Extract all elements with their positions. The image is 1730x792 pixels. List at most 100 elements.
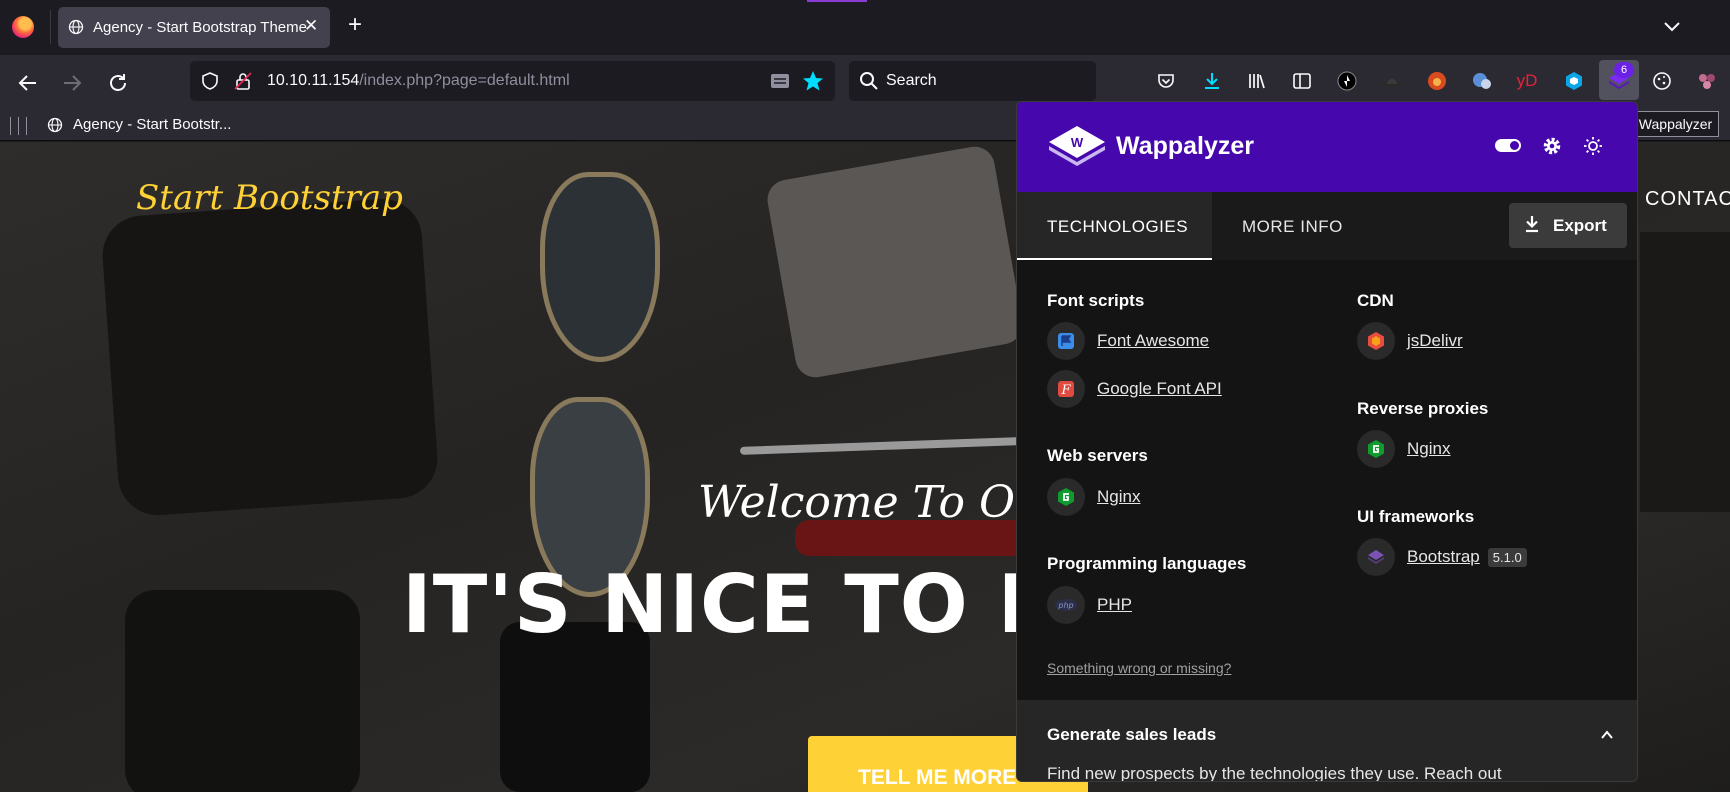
bowtie-image: [764, 143, 1026, 381]
wappalyzer-logo-icon: W: [1049, 126, 1105, 166]
url-path: /index.php?page=default.html: [359, 72, 570, 89]
bookmark-agency[interactable]: Agency - Start Bootstr...: [47, 116, 231, 133]
search-bar[interactable]: Search: [849, 61, 1096, 101]
foxyproxy-icon[interactable]: [1424, 68, 1450, 94]
tab-agency[interactable]: Agency - Start Bootstrap Theme ✕: [58, 7, 330, 48]
tech-php[interactable]: php PHP: [1047, 586, 1132, 624]
tech-nginx[interactable]: Nginx: [1047, 478, 1140, 516]
pocket-icon[interactable]: [1153, 68, 1179, 94]
category-ui-frameworks: UI frameworks: [1357, 507, 1475, 526]
tab-title: Agency - Start Bootstrap Theme: [93, 19, 307, 36]
report-missing-link[interactable]: Something wrong or missing?: [1047, 660, 1231, 676]
tech-name: Nginx: [1097, 487, 1141, 506]
firefox-icon[interactable]: [12, 16, 34, 38]
nginx-icon: [1357, 430, 1395, 468]
divider: [26, 117, 27, 135]
export-button[interactable]: Export: [1509, 203, 1627, 248]
enable-toggle[interactable]: [1495, 139, 1521, 152]
extensions-puzzle-icon[interactable]: [1694, 68, 1720, 94]
tech-name: jsDelivr: [1407, 331, 1463, 350]
tech-nginx-proxy[interactable]: Nginx: [1357, 430, 1450, 468]
category-web-servers: Web servers: [1047, 446, 1148, 465]
tab-close-button[interactable]: ✕: [304, 16, 318, 36]
insecure-lock-icon[interactable]: [233, 71, 253, 91]
tech-name: Google Font API: [1097, 379, 1222, 398]
site-nav-contact[interactable]: CONTAC: [1645, 188, 1730, 211]
hat-extension-icon[interactable]: [1379, 68, 1405, 94]
tech-font-awesome[interactable]: Font Awesome: [1047, 322, 1209, 360]
svg-text:W: W: [1071, 135, 1084, 150]
technologies-panel: Font scripts Font Awesome F Google Font …: [1017, 260, 1637, 700]
tech-name: Nginx: [1407, 439, 1451, 458]
wappalyzer-tooltip: Wappalyzer: [1632, 111, 1719, 137]
reload-icon[interactable]: [106, 71, 130, 95]
shield-icon[interactable]: [200, 71, 220, 91]
library-icon[interactable]: [1244, 68, 1270, 94]
bookmark-star-icon[interactable]: [802, 70, 824, 92]
svg-text:php: php: [1057, 601, 1073, 610]
url-host: 10.10.11.154: [267, 72, 360, 89]
leads-title: Generate sales leads: [1047, 725, 1217, 744]
tech-name: Font Awesome: [1097, 331, 1210, 350]
nginx-icon: [1047, 478, 1085, 516]
search-placeholder: Search: [886, 72, 937, 89]
leather-case-image: [125, 590, 360, 792]
wappalyzer-popup: W Wappalyzer TECHNOLOGIES MORE INFO Expo…: [1016, 101, 1638, 782]
leads-description: Find new prospects by the technologies t…: [1047, 764, 1502, 782]
download-icon: [1526, 216, 1538, 233]
theme-sun-icon[interactable]: [1583, 136, 1603, 156]
category-cdn: CDN: [1357, 291, 1394, 310]
globe-icon: [47, 117, 63, 133]
hero-heading: IT'S NICE TO M: [402, 558, 1079, 651]
search-icon: [860, 72, 878, 90]
yd-extension-icon[interactable]: yD: [1514, 68, 1540, 94]
gear-icon[interactable]: [1541, 135, 1563, 157]
new-tab-button[interactable]: +: [348, 13, 362, 37]
wallet-image: [99, 196, 441, 518]
divider: [18, 117, 19, 135]
category-font-scripts: Font scripts: [1047, 291, 1145, 310]
extension-dark-icon[interactable]: [1334, 68, 1360, 94]
cookie-icon[interactable]: [1649, 68, 1675, 94]
reader-mode-icon[interactable]: [769, 71, 791, 91]
export-label: Export: [1553, 216, 1607, 235]
tab-technologies[interactable]: TECHNOLOGIES: [1017, 192, 1212, 260]
notebook-image: [1640, 232, 1730, 512]
sales-leads-section[interactable]: Generate sales leads Find new prospects …: [1017, 700, 1637, 782]
url-bar[interactable]: 10.10.11.154/index.php?page=default.html: [190, 61, 835, 101]
downloads-icon[interactable]: [1199, 68, 1225, 94]
tab-strip: Agency - Start Bootstrap Theme ✕ +: [0, 0, 1730, 55]
tab-accent-line: [807, 0, 867, 2]
chevron-down-icon[interactable]: [1662, 16, 1682, 36]
hexagon-extension-icon[interactable]: [1561, 68, 1587, 94]
tech-google-font-api[interactable]: F Google Font API: [1047, 370, 1222, 408]
svg-text:F: F: [1060, 383, 1071, 398]
tab-more-info[interactable]: MORE INFO: [1242, 192, 1343, 260]
category-reverse-proxies: Reverse proxies: [1357, 399, 1489, 418]
font-awesome-icon: [1047, 322, 1085, 360]
sunglasses-image: [540, 172, 660, 362]
welcome-subheading: Welcome To Ou: [698, 477, 1044, 528]
site-brand[interactable]: Start Bootstrap: [136, 178, 403, 218]
tech-name: PHP: [1097, 595, 1132, 614]
cta-label: TELL ME MORE: [858, 766, 1017, 789]
sidebar-icon[interactable]: [1289, 68, 1315, 94]
user-agent-switcher-icon[interactable]: [1469, 68, 1495, 94]
globe-icon: [68, 19, 84, 35]
version-badge: 5.1.0: [1487, 547, 1527, 567]
extension-count-badge: 6: [1614, 62, 1634, 78]
wappalyzer-title: Wappalyzer: [1116, 132, 1255, 160]
forward-arrow-icon[interactable]: [60, 71, 84, 95]
wappalyzer-header: W Wappalyzer: [1017, 102, 1637, 192]
tech-name: Bootstrap: [1407, 547, 1480, 566]
php-icon: php: [1047, 586, 1085, 624]
category-programming-languages: Programming languages: [1047, 554, 1247, 573]
back-arrow-icon[interactable]: [16, 71, 40, 95]
tech-jsdelivr[interactable]: jsDelivr: [1357, 322, 1463, 360]
url-text[interactable]: 10.10.11.154/index.php?page=default.html: [267, 72, 570, 90]
chevron-up-icon[interactable]: [1599, 727, 1615, 743]
divider: [10, 117, 11, 135]
divider: [50, 10, 51, 44]
tech-bootstrap[interactable]: Bootstrap 5.1.0: [1357, 538, 1527, 576]
bookmark-label: Agency - Start Bootstr...: [73, 116, 232, 133]
